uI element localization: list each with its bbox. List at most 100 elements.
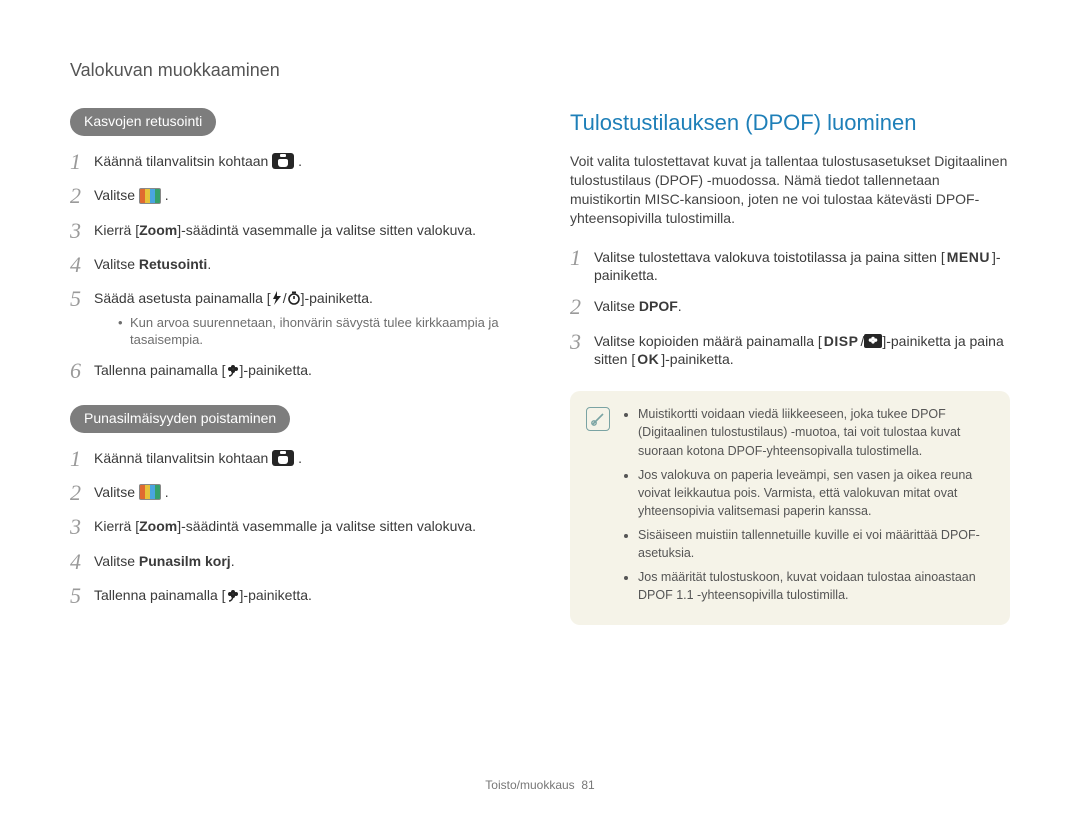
step-text: Valitse kopioiden määrä painamalla [ — [594, 333, 822, 349]
note-item: Sisäiseen muistiin tallennetuille kuvill… — [638, 526, 992, 562]
step-number: 1 — [70, 447, 94, 471]
step-number: 2 — [70, 481, 94, 505]
step-text: . — [165, 484, 169, 500]
step-text: . — [298, 450, 302, 466]
steps-dpof: 1 Valitse tulostettava valokuva toistoti… — [570, 246, 1010, 370]
step-1: 1 Käännä tilanvalitsin kohtaan . — [70, 150, 510, 174]
step-body: Käännä tilanvalitsin kohtaan . — [94, 447, 510, 468]
palette-icon — [139, 188, 161, 204]
step-number: 2 — [570, 295, 594, 319]
steps-face-retouch: 1 Käännä tilanvalitsin kohtaan . 2 Valit… — [70, 150, 510, 383]
page-number: 81 — [581, 778, 594, 792]
timer-icon — [287, 291, 301, 305]
step-text: Tallenna painamalla [ — [94, 362, 226, 378]
mode-dial-icon — [272, 450, 294, 466]
section-heading-dpof: Tulostustilauksen (DPOF) luominen — [570, 108, 1010, 138]
step-text: Valitse — [94, 256, 139, 272]
step-body: Säädä asetusta painamalla [/]-painiketta… — [94, 287, 510, 349]
flower-icon — [226, 363, 240, 377]
step-text: ]-painiketta. — [301, 290, 373, 306]
step-1: 1 Käännä tilanvalitsin kohtaan . — [70, 447, 510, 471]
step-number: 4 — [70, 550, 94, 574]
step-3: 3 Valitse kopioiden määrä painamalla [DI… — [570, 330, 1010, 370]
step-body: Valitse Punasilm korj. — [94, 550, 510, 571]
step-3: 3 Kierrä [Zoom]-säädintä vasemmalle ja v… — [70, 219, 510, 243]
step-text: Käännä tilanvalitsin kohtaan — [94, 450, 272, 466]
flower-icon — [226, 588, 240, 602]
note-item: Muistikortti voidaan viedä liikkeeseen, … — [638, 405, 992, 459]
info-icon — [586, 407, 610, 431]
step-number: 4 — [70, 253, 94, 277]
step-body: Valitse Retusointi. — [94, 253, 510, 274]
step-body: Valitse kopioiden määrä painamalla [DISP… — [594, 330, 1010, 370]
note-list: Muistikortti voidaan viedä liikkeeseen, … — [624, 405, 992, 610]
step-number: 2 — [70, 184, 94, 208]
step-text: Käännä tilanvalitsin kohtaan — [94, 153, 272, 169]
step-text: Kierrä [ — [94, 518, 139, 534]
step-1: 1 Valitse tulostettava valokuva toistoti… — [570, 246, 1010, 286]
footer-section-label: Toisto/muokkaus — [485, 778, 574, 792]
step-body: Valitse . — [94, 184, 510, 205]
step-number: 3 — [70, 515, 94, 539]
step-text: ]-painiketta. — [661, 351, 733, 367]
flash-icon — [271, 291, 283, 305]
step-body: Valitse DPOF. — [594, 295, 1010, 316]
step-text: Tallenna painamalla [ — [94, 587, 226, 603]
step-text: . — [678, 298, 682, 314]
step-text: Valitse — [594, 298, 639, 314]
step-4: 4 Valitse Retusointi. — [70, 253, 510, 277]
step-5: 5 Säädä asetusta painamalla [/]-painiket… — [70, 287, 510, 349]
page-title: Valokuvan muokkaaminen — [70, 58, 1010, 82]
step-number: 1 — [570, 246, 594, 270]
step-text: ]-painiketta. — [240, 362, 312, 378]
two-column-layout: Kasvojen retusointi 1 Käännä tilanvalits… — [70, 108, 1010, 630]
zoom-label: Zoom — [139, 222, 177, 238]
palette-icon — [139, 484, 161, 500]
step-text: Kierrä [ — [94, 222, 139, 238]
step-text: Valitse — [94, 484, 139, 500]
step-body: Kierrä [Zoom]-säädintä vasemmalle ja val… — [94, 219, 510, 240]
step-body: Käännä tilanvalitsin kohtaan . — [94, 150, 510, 171]
mode-dial-icon — [272, 153, 294, 169]
page-footer: Toisto/muokkaus 81 — [0, 777, 1080, 793]
step-text: . — [231, 553, 235, 569]
step-text: ]-painiketta. — [240, 587, 312, 603]
ok-button-label: OK — [635, 350, 661, 369]
section-pill-redeye: Punasilmäisyyden poistaminen — [70, 405, 290, 433]
step-body: Tallenna painamalla [ ]-painiketta. — [94, 584, 510, 605]
step-text: ]-säädintä vasemmalle ja valitse sitten … — [177, 518, 476, 534]
manual-page: Valokuvan muokkaaminen Kasvojen retusoin… — [0, 0, 1080, 815]
info-note-box: Muistikortti voidaan viedä liikkeeseen, … — [570, 391, 1010, 624]
step-number: 3 — [570, 330, 594, 354]
step-number: 5 — [70, 584, 94, 608]
retouch-label: Retusointi — [139, 256, 207, 272]
steps-redeye: 1 Käännä tilanvalitsin kohtaan . 2 Valit… — [70, 447, 510, 608]
right-column: Tulostustilauksen (DPOF) luominen Voit v… — [570, 108, 1010, 630]
step-text: Valitse — [94, 187, 139, 203]
dpof-label: DPOF — [639, 298, 678, 314]
step-text: . — [298, 153, 302, 169]
step-text: . — [165, 187, 169, 203]
step-number: 3 — [70, 219, 94, 243]
step-text: . — [207, 256, 211, 272]
redeye-label: Punasilm korj — [139, 553, 231, 569]
step-3: 3 Kierrä [Zoom]-säädintä vasemmalle ja v… — [70, 515, 510, 539]
section-pill-face-retouch: Kasvojen retusointi — [70, 108, 216, 136]
step-2: 2 Valitse . — [70, 184, 510, 208]
note-item: Jos määrität tulostuskoon, kuvat voidaan… — [638, 568, 992, 604]
step-2: 2 Valitse DPOF. — [570, 295, 1010, 319]
note-item: Jos valokuva on paperia leveämpi, sen va… — [638, 466, 992, 520]
step-2: 2 Valitse . — [70, 481, 510, 505]
step-subnote: Kun arvoa suurennetaan, ihonvärin sävyst… — [118, 314, 510, 349]
step-6: 6 Tallenna painamalla [ ]-painiketta. — [70, 359, 510, 383]
disp-button-label: DISP — [822, 332, 861, 351]
step-number: 6 — [70, 359, 94, 383]
step-text: Valitse tulostettava valokuva toistotila… — [594, 249, 945, 265]
step-text: ]-säädintä vasemmalle ja valitse sitten … — [177, 222, 476, 238]
step-4: 4 Valitse Punasilm korj. — [70, 550, 510, 574]
step-body: Tallenna painamalla [ ]-painiketta. — [94, 359, 510, 380]
step-number: 5 — [70, 287, 94, 311]
left-column: Kasvojen retusointi 1 Käännä tilanvalits… — [70, 108, 510, 630]
step-text: Säädä asetusta painamalla [ — [94, 290, 271, 306]
step-number: 1 — [70, 150, 94, 174]
